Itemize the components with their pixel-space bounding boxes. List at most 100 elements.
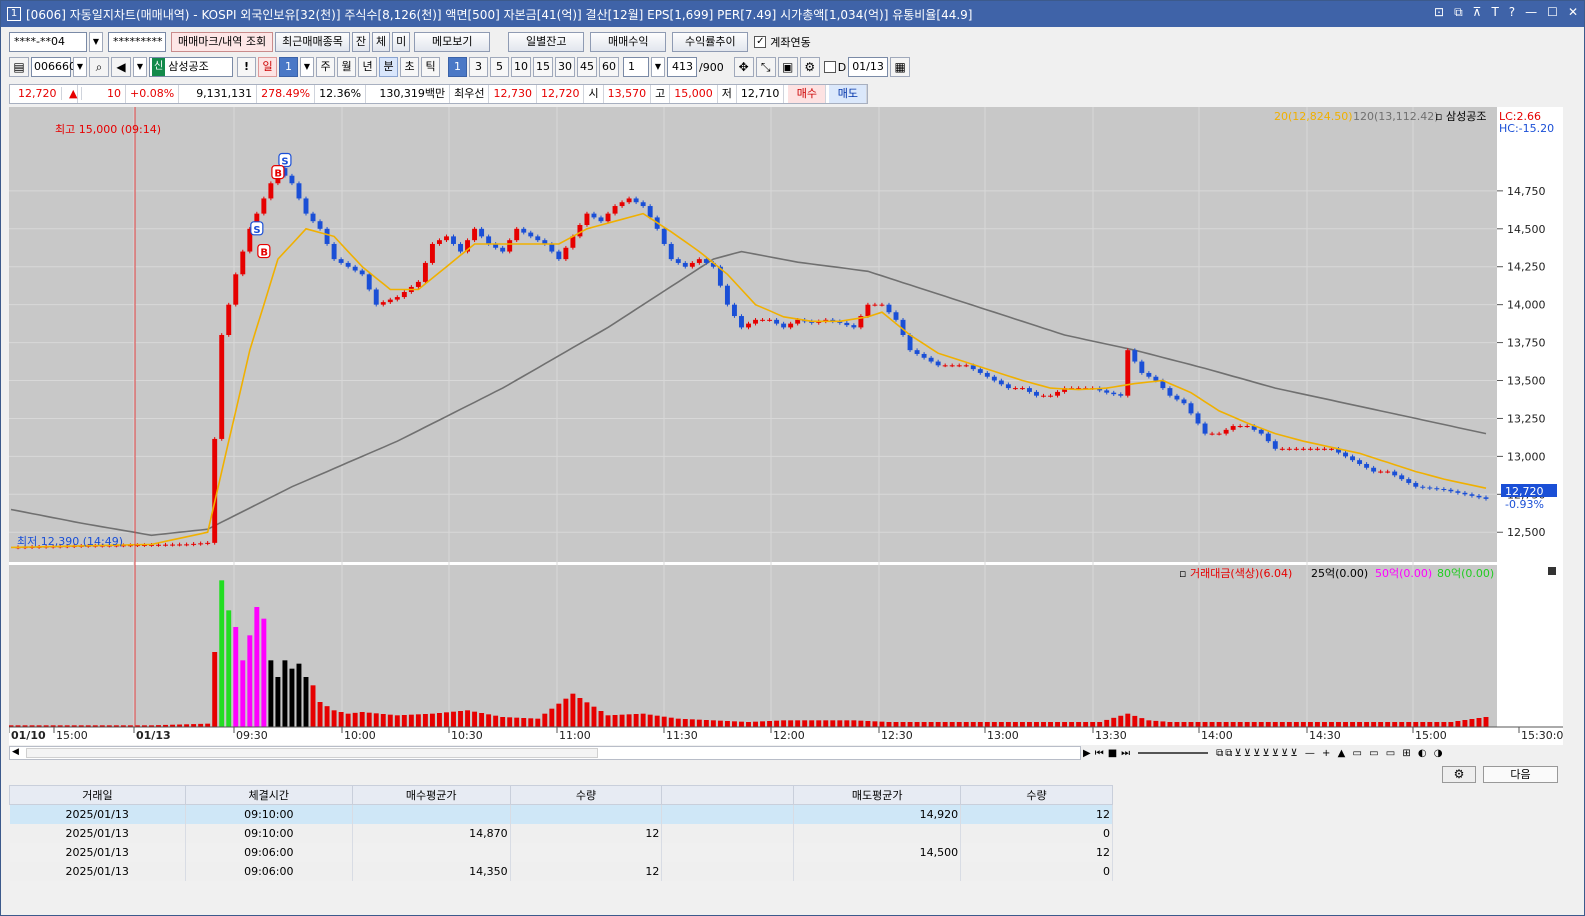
maximize-button[interactable]: ☐ bbox=[1547, 5, 1558, 20]
volume-bar bbox=[682, 719, 688, 727]
volume-bar bbox=[1258, 722, 1264, 727]
account-input[interactable]: ****-**04 bbox=[9, 32, 87, 52]
interval-30-button[interactable]: 30 bbox=[555, 57, 575, 77]
interval-45-button[interactable]: 45 bbox=[577, 57, 597, 77]
period-year-button[interactable]: 년 bbox=[358, 57, 377, 77]
price-tick-label: 12,500 bbox=[1507, 526, 1546, 539]
settings-button[interactable]: ⚙ bbox=[1442, 766, 1476, 783]
interval-15-button[interactable]: 15 bbox=[533, 57, 553, 77]
zoom-icon[interactable]: ⤡ bbox=[755, 57, 776, 77]
volume: 9,131,131 bbox=[179, 85, 258, 103]
period-minute-button[interactable]: 분 bbox=[379, 57, 398, 77]
return-trend-button[interactable]: 수익률추이 bbox=[672, 32, 749, 52]
chart-svg[interactable]: SBSB 14,75014,50014,25014,00013,75013,50… bbox=[9, 107, 1563, 745]
candle-body bbox=[1167, 388, 1173, 396]
candle-body bbox=[177, 544, 183, 546]
period-dropdown-icon[interactable]: ▼ bbox=[300, 57, 314, 77]
close-button[interactable]: ✕ bbox=[1568, 5, 1578, 20]
candle-body bbox=[1125, 350, 1131, 396]
bar-count-input[interactable]: 413 bbox=[667, 57, 697, 77]
interval-60-button[interactable]: 60 bbox=[599, 57, 619, 77]
minimize-button[interactable]: — bbox=[1525, 5, 1537, 20]
trade-profit-button[interactable]: 매매수익 bbox=[590, 32, 667, 52]
next-button[interactable]: 다음 bbox=[1483, 766, 1558, 783]
scroll-left-icon[interactable]: ◀ bbox=[12, 747, 19, 757]
date-checkbox[interactable] bbox=[823, 61, 836, 73]
title-bar[interactable]: 1 [0606] 자동일지차트(매매내역) - KOSPI 외국인보유[32(천… bbox=[1, 1, 1584, 27]
interval-1-button[interactable]: 1 bbox=[448, 57, 467, 77]
buy-marker-label: B bbox=[274, 169, 282, 180]
volume-bar bbox=[1223, 722, 1229, 727]
daily-balance-button[interactable]: 일별잔고 bbox=[508, 32, 585, 52]
chart-area[interactable]: SBSB 14,750 14,500 14,250 14,000 13,750 13,50… bbox=[9, 107, 1563, 745]
table-row[interactable]: 2025/01/13 09:10:00 14,920 12 bbox=[9, 804, 1113, 824]
interval-5-button[interactable]: 5 bbox=[490, 57, 509, 77]
period-second-button[interactable]: 초 bbox=[400, 57, 419, 77]
volume-bar bbox=[486, 714, 492, 727]
sound-icon[interactable]: ◀ bbox=[111, 57, 131, 77]
interval-dropdown-icon[interactable]: ▼ bbox=[651, 57, 665, 77]
recent-trades-button[interactable]: 최근매매종목 bbox=[275, 32, 350, 52]
trade-mark-query-button[interactable]: 매매마크/내역 조회 bbox=[171, 32, 274, 52]
interval-10-button[interactable]: 10 bbox=[511, 57, 531, 77]
candle-body bbox=[458, 243, 463, 252]
stock-code-input[interactable]: 006660 bbox=[31, 57, 76, 77]
pin-icon[interactable]: ⊼ bbox=[1473, 5, 1482, 20]
unexecuted-button[interactable]: 미 bbox=[392, 32, 411, 52]
stock-name-field[interactable]: 신 삼성공조 bbox=[149, 57, 233, 77]
table-row[interactable]: 2025/01/13 09:10:00 14,870 12 0 bbox=[9, 823, 1113, 843]
volume-bar bbox=[275, 677, 281, 727]
memo-button[interactable]: 메모보기 bbox=[414, 32, 491, 52]
candle-body bbox=[605, 213, 611, 222]
candle-body bbox=[394, 297, 400, 300]
volume-bar bbox=[893, 722, 899, 727]
calendar-icon[interactable]: ▦ bbox=[890, 57, 911, 77]
link-icon[interactable]: ⊡ bbox=[1434, 5, 1444, 20]
period-day-button[interactable]: 일 bbox=[258, 57, 277, 77]
sound-dropdown-icon[interactable]: ▼ bbox=[133, 57, 147, 77]
cell-buy-qty bbox=[510, 842, 663, 862]
balance-button[interactable]: 잔 bbox=[351, 32, 371, 52]
table-row[interactable]: 2025/01/13 09:06:00 14,350 12 0 bbox=[9, 861, 1113, 881]
candle-body bbox=[1202, 423, 1208, 434]
table-row[interactable]: 2025/01/13 09:06:00 14,500 12 bbox=[9, 842, 1113, 862]
font-icon[interactable]: T bbox=[1491, 5, 1498, 20]
alert-button[interactable]: ! bbox=[237, 57, 256, 77]
chart-menu-icon[interactable]: ▤ bbox=[9, 57, 29, 77]
interval-3-button[interactable]: 3 bbox=[469, 57, 488, 77]
stop-icon[interactable]: ■ bbox=[1108, 748, 1117, 759]
code-dropdown-icon[interactable]: ▼ bbox=[73, 57, 87, 77]
close-pane-icon[interactable] bbox=[1548, 567, 1556, 575]
password-input[interactable]: ********* bbox=[108, 32, 166, 52]
date-input[interactable]: 01/13 bbox=[848, 57, 889, 77]
search-icon[interactable]: ⌕ bbox=[89, 57, 109, 77]
settings-icon[interactable]: ⚙ bbox=[799, 57, 820, 77]
account-dropdown-icon[interactable]: ▼ bbox=[89, 32, 103, 52]
candle-body bbox=[556, 251, 562, 260]
account-link-checkbox[interactable]: ✓ bbox=[754, 36, 767, 48]
chart-scrollbar[interactable]: ◀ bbox=[9, 746, 1081, 760]
sell-button[interactable]: 매도 bbox=[829, 85, 868, 103]
period-num-field[interactable]: 1 bbox=[279, 57, 298, 77]
scroll-thumb[interactable] bbox=[26, 748, 598, 758]
period-month-button[interactable]: 월 bbox=[337, 57, 356, 77]
zoom-slider[interactable] bbox=[1138, 752, 1209, 754]
interval-value-input[interactable]: 1 bbox=[623, 57, 649, 77]
candle-body bbox=[507, 240, 513, 252]
period-week-button[interactable]: 주 bbox=[316, 57, 335, 77]
rewind-icon[interactable]: ⏮ bbox=[1095, 748, 1104, 759]
save-icon[interactable]: ▣ bbox=[777, 57, 798, 77]
candle-body bbox=[1139, 361, 1145, 373]
candle-body bbox=[296, 183, 302, 199]
play-icon[interactable]: ▶ bbox=[1083, 748, 1091, 759]
period-tick-button[interactable]: 틱 bbox=[421, 57, 440, 77]
crosshair-icon[interactable]: ✥ bbox=[733, 57, 754, 77]
volume-bar bbox=[675, 718, 681, 727]
buy-button[interactable]: 매수 bbox=[788, 85, 827, 103]
restore-layout-icon[interactable]: ⧉ bbox=[1454, 5, 1463, 20]
help-icon[interactable]: ? bbox=[1509, 5, 1515, 20]
executed-button[interactable]: 체 bbox=[372, 32, 391, 52]
cell-sell-avg: 14,920 bbox=[793, 804, 962, 824]
fast-forward-icon[interactable]: ⏭ bbox=[1121, 748, 1130, 759]
tool-icons[interactable]: ⧉⧉⊻⊻⊻⊻⊻⊻⊻ — + ▲ ▭ ▭ ▭ ⊞ ◐ ◑ bbox=[1216, 748, 1444, 759]
